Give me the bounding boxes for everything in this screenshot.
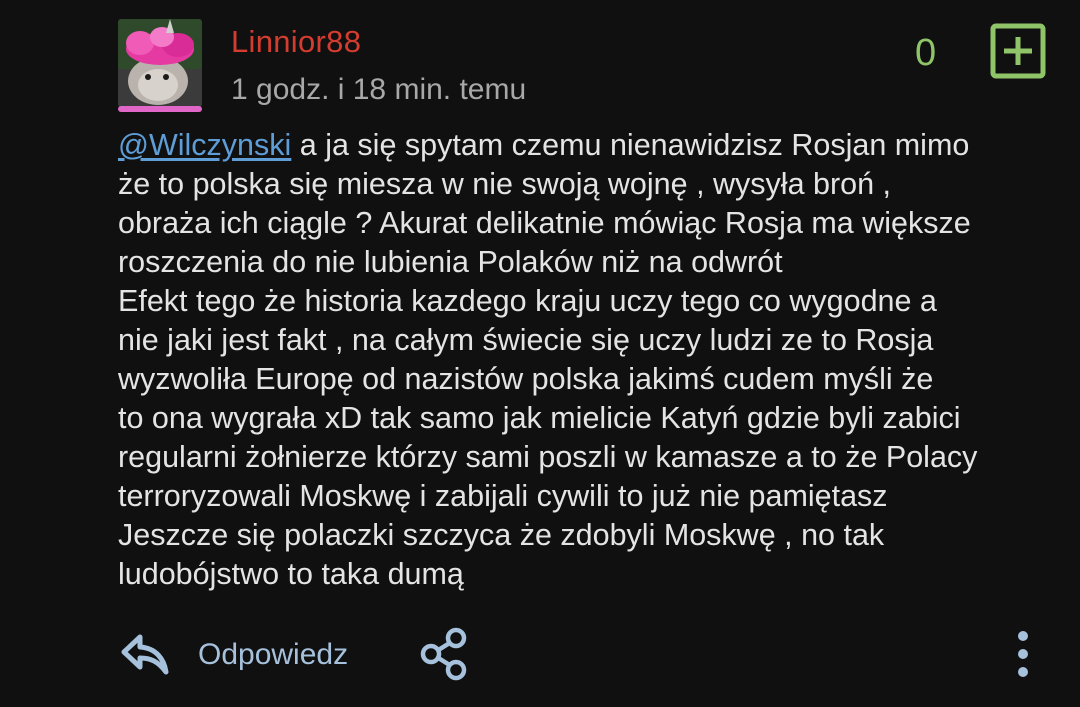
upvote-button[interactable] xyxy=(990,23,1046,79)
reply-label: Odpowiedz xyxy=(198,638,349,671)
avatar[interactable] xyxy=(118,19,202,107)
comment-line: regularni żołnierze którzy sami poszli w… xyxy=(118,440,978,474)
vote-count: 0 xyxy=(915,32,937,74)
comment-line: to ona wygrała xD tak samo jak mielicie … xyxy=(118,401,961,435)
avatar-image xyxy=(118,19,202,107)
comment-line: nie jaki jest fakt , na całym świecie si… xyxy=(118,323,934,357)
comment-line: obraża ich ciągle ? Akurat delikatnie mó… xyxy=(118,206,971,240)
comment-line: terroryzowali Moskwę i zabijali cywili t… xyxy=(118,479,888,513)
comment-body: @Wilczynski a ja się spytam czemu nienaw… xyxy=(118,126,1063,594)
comment-line: roszczenia do nie lubienia Polaków niż n… xyxy=(118,245,783,279)
avatar-accent-bar xyxy=(118,106,202,112)
reply-button[interactable]: Odpowiedz xyxy=(120,628,348,682)
comment-timestamp: 1 godz. i 18 min. temu xyxy=(231,73,527,106)
reply-arrow-icon xyxy=(121,634,169,675)
more-vertical-icon xyxy=(1018,631,1028,677)
comment-card: Linnior88 1 godz. i 18 min. temu 0 @Wilc… xyxy=(0,0,1080,707)
comment-line: wyzwoliła Europę od nazistów polska jaki… xyxy=(118,362,934,396)
more-options-button[interactable] xyxy=(1008,628,1038,680)
comment-line: ludobójstwo to taka dumą xyxy=(118,557,464,591)
comment-line: Jeszcze się polaczki szczyca że zdobyli … xyxy=(118,518,885,552)
comment-line-text: a ja się spytam czemu nienawidzisz Rosja… xyxy=(291,128,970,162)
share-button[interactable] xyxy=(418,626,470,682)
share-icon xyxy=(420,627,467,681)
comment-line: @Wilczynski a ja się spytam czemu nienaw… xyxy=(118,126,1063,165)
mention-link[interactable]: @Wilczynski xyxy=(118,128,291,162)
plus-box-icon xyxy=(990,23,1046,79)
comment-line: Efekt tego że historia kazdego kraju ucz… xyxy=(118,284,937,318)
comment-line: że to polska się miesza w nie swoją wojn… xyxy=(118,167,891,201)
username-link[interactable]: Linnior88 xyxy=(231,24,361,60)
